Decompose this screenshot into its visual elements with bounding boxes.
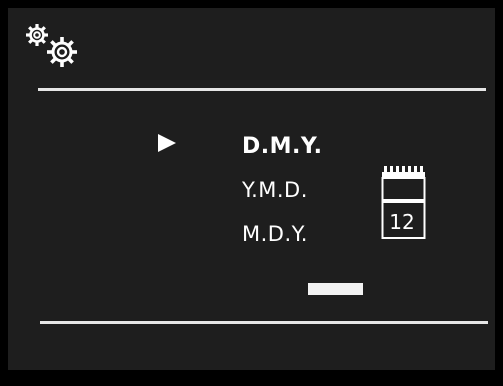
calendar-day-number: 12	[389, 210, 415, 234]
top-divider	[38, 88, 486, 91]
settings-gears-icon[interactable]	[24, 22, 90, 74]
date-format-option-mdy[interactable]: M.D.Y.	[242, 222, 308, 246]
date-format-option-dmy[interactable]: D.M.Y.	[242, 134, 323, 159]
bottom-divider	[40, 321, 488, 324]
confirm-bar[interactable]	[308, 283, 363, 295]
device-screen: D.M.Y. Y.M.D. M.D.Y. 12	[8, 8, 495, 370]
selection-arrow-icon	[158, 134, 176, 152]
date-format-option-ymd[interactable]: Y.M.D.	[242, 178, 308, 202]
